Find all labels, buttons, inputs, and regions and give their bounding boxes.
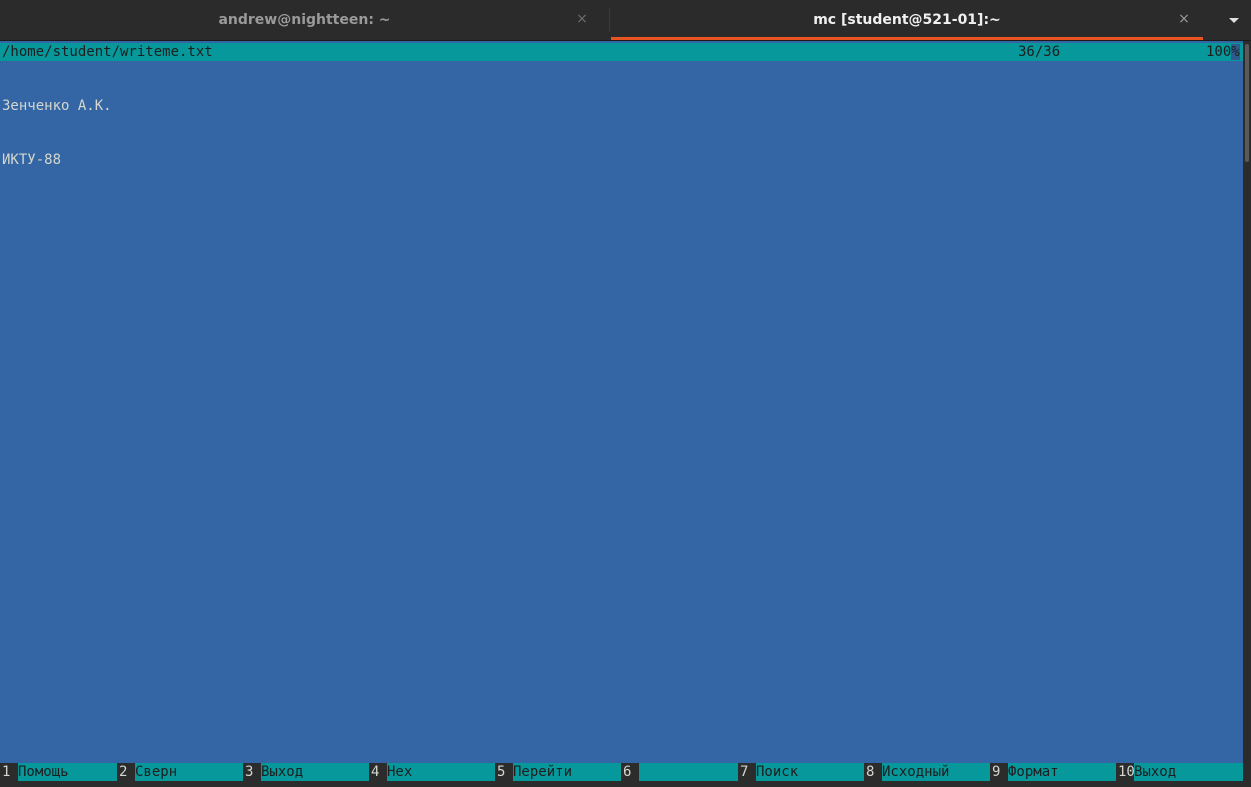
tab-bar: andrew@nightteen: ~ × mc [student@521-01… [0,0,1251,41]
fkey-goto[interactable]: 5 Перейти [495,763,621,781]
function-key-bar: 1 Помощь 2 Сверн 3 Выход 4 Hex 5 Перейти… [0,763,1243,781]
window-bottom-border [0,781,1251,787]
file-content: Зенченко А.К. ИКТУ-88 [2,61,112,205]
fkey-label: Сверн [135,764,178,780]
fkey-search[interactable]: 7 Поиск [738,763,864,781]
fkey-label: Помощь [18,764,69,780]
close-icon[interactable]: × [574,11,590,27]
fkey-number: 8 [864,763,882,781]
fkey-number: 9 [990,763,1008,781]
terminal-viewport[interactable]: /home/student/writeme.txt 36/36 100% Зен… [0,41,1243,781]
terminal-window: andrew@nightteen: ~ × mc [student@521-01… [0,0,1251,787]
tab-separator [609,8,610,32]
fkey-number: 1 [0,763,18,781]
scrollbar-thumb[interactable] [1245,44,1249,162]
scroll-percent: 100% [1206,43,1240,61]
fkey-number: 3 [243,763,261,781]
fkey-quit[interactable]: 3 Выход [243,763,369,781]
content-line: Зенченко А.К. [2,98,112,114]
fkey-number: 5 [495,763,513,781]
tab-andrew[interactable]: andrew@nightteen: ~ [0,0,609,40]
tab-title: andrew@nightteen: ~ [218,12,391,28]
fkey-label: Выход [261,764,304,780]
fkey-number: 4 [369,763,387,781]
fkey-help[interactable]: 1 Помощь [0,763,126,781]
fkey-quit-10[interactable]: 10 Выход [1116,763,1243,781]
fkey-hex[interactable]: 4 Hex [369,763,495,781]
fkey-label: Перейти [513,764,573,780]
fkey-empty[interactable]: 6 [621,763,738,781]
fkey-number: 7 [738,763,756,781]
tab-title: mc [student@521-01]:~ [813,12,1001,28]
fkey-number: 10 [1116,763,1135,781]
fkey-number: 6 [621,763,639,781]
fkey-label: Hex [387,764,413,780]
scroll-percent-value: 100 [1206,44,1232,60]
fkey-wrap[interactable]: 2 Сверн [117,763,243,781]
fkey-label: Выход [1134,764,1177,780]
chevron-down-icon[interactable] [1224,10,1244,30]
fkey-number: 2 [117,763,135,781]
tab-mc[interactable]: mc [student@521-01]:~ [611,0,1203,40]
fkey-label: Формат [1008,764,1059,780]
cursor-cell: % [1231,44,1240,60]
fkey-raw[interactable]: 8 Исходный [864,763,990,781]
viewer-status-bar: /home/student/writeme.txt 36/36 100% [0,43,1243,61]
file-path: /home/student/writeme.txt [2,44,213,60]
fkey-label: Исходный [882,764,950,780]
fkey-label: Поиск [756,764,799,780]
line-position: 36/36 [1018,44,1061,60]
close-icon[interactable]: × [1176,11,1192,27]
active-tab-indicator [611,37,1203,40]
fkey-format[interactable]: 9 Формат [990,763,1116,781]
content-line: ИКТУ-88 [2,152,62,168]
